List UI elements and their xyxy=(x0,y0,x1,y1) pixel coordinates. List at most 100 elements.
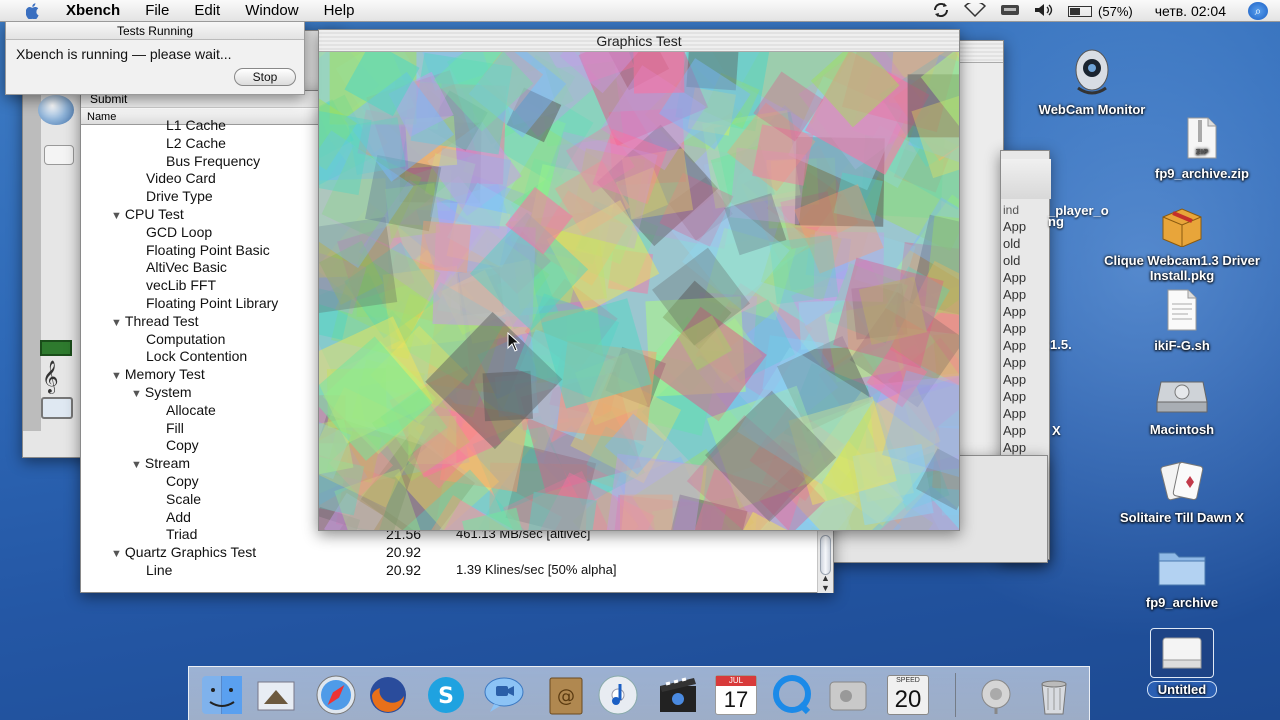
scroll-thumb[interactable] xyxy=(820,535,831,575)
desktop-icon-fp9-archive-zip[interactable]: ZIP fp9_archive.zip xyxy=(1122,116,1280,181)
tree-row-label: Floating Point Basic xyxy=(146,241,270,258)
dock-system-prefs-icon[interactable] xyxy=(825,673,871,717)
dock-separator xyxy=(955,673,956,717)
ical-day: 17 xyxy=(723,687,749,712)
tree-row-label: Scale xyxy=(166,490,202,507)
scroll-down-icon[interactable]: ▼ xyxy=(821,583,830,593)
dock-firefox-icon[interactable] xyxy=(365,673,411,717)
tree-row-label: System xyxy=(144,384,192,400)
tests-running-panel: Tests Running Xbench is running — please… xyxy=(5,21,305,95)
disclosure-triangle-icon[interactable]: ▼ xyxy=(131,459,142,471)
graphics-test-render xyxy=(319,52,959,530)
list-item[interactable]: old xyxy=(1001,236,1051,253)
dock-trash-icon[interactable] xyxy=(1031,673,1077,717)
dock-skype-icon[interactable]: S xyxy=(423,673,469,717)
menu-window[interactable]: Window xyxy=(245,2,298,19)
list-item[interactable]: App xyxy=(1001,219,1051,236)
scroll-up-icon[interactable]: ▲ xyxy=(821,573,830,583)
list-item[interactable]: old xyxy=(1001,253,1051,270)
desktop-icon-label: Solitaire Till Dawn X xyxy=(1119,510,1244,525)
sync-icon[interactable] xyxy=(932,2,950,21)
dock: S @ JUL 17 SPEED 20 xyxy=(188,666,1090,720)
desktop-icon-label: fp9_archive.zip xyxy=(1155,166,1249,181)
disclosure-triangle-icon[interactable]: ▼ xyxy=(111,317,122,329)
apple-menu-icon[interactable] xyxy=(22,2,44,19)
graphics-test-title[interactable]: Graphics Test xyxy=(319,30,959,52)
list-item[interactable]: App xyxy=(1001,389,1051,406)
stop-button[interactable]: Stop xyxy=(234,68,296,86)
list-item[interactable]: App xyxy=(1001,321,1051,338)
desktop-icon-fp9-archive-folder[interactable]: fp9_archive xyxy=(1102,545,1262,610)
desktop-icon-label: ikiF-G.sh xyxy=(1154,338,1210,353)
tree-row-label: Add xyxy=(166,508,191,525)
list-item[interactable]: App xyxy=(1001,372,1051,389)
desktop-icon-webcam-monitor[interactable]: WebCam Monitor xyxy=(1012,48,1172,117)
tree-row[interactable]: Line 20.92 1.39 Klines/sec [50% alpha] xyxy=(81,561,811,579)
tree-row-label: L1 Cache xyxy=(166,117,226,133)
display-icon[interactable] xyxy=(41,397,73,419)
desktop-icon-solitaire[interactable]: Solitaire Till Dawn X xyxy=(1102,458,1262,525)
xbench-speed-label: SPEED xyxy=(896,677,920,684)
hard-drive-icon xyxy=(1102,372,1262,419)
disclosure-triangle-icon[interactable]: ▼ xyxy=(111,210,122,222)
tree-row-label: Bus Frequency xyxy=(166,152,261,169)
button-icon[interactable] xyxy=(44,145,74,165)
menu-bar: Xbench File Edit Window Help (57%) четв.… xyxy=(0,0,1280,22)
dock-imovie-icon[interactable] xyxy=(655,673,701,717)
list-item[interactable]: App xyxy=(1001,287,1051,304)
menu-file[interactable]: File xyxy=(145,2,169,19)
list-item[interactable]: App xyxy=(1001,338,1051,355)
globe-icon[interactable] xyxy=(38,95,74,125)
svg-text:@: @ xyxy=(557,686,575,707)
dock-mail-icon[interactable] xyxy=(253,673,299,717)
webcam-icon xyxy=(1012,48,1172,99)
desktop-icon-ikif-g-sh[interactable]: ikiF-G.sh xyxy=(1102,288,1262,353)
desktop-icon-label: WebCam Monitor xyxy=(1038,102,1146,117)
tree-row-score: 20.92 xyxy=(386,544,422,561)
menu-edit[interactable]: Edit xyxy=(194,2,220,19)
disk-icon xyxy=(1150,628,1214,678)
tree-row-label: Allocate xyxy=(166,401,216,418)
list-item[interactable]: App xyxy=(1001,304,1051,321)
tree-row-result: 1.39 Klines/sec [50% alpha] xyxy=(456,562,617,577)
dock-ical-icon[interactable]: JUL 17 xyxy=(713,673,759,717)
dock-network-icon[interactable] xyxy=(973,673,1019,717)
tree-row-label: Fill xyxy=(166,419,184,436)
list-item[interactable]: App xyxy=(1001,406,1051,423)
chip-icon[interactable] xyxy=(40,340,72,356)
dock-quicktime-icon[interactable] xyxy=(769,673,815,717)
tree-row-label: AltiVec Basic xyxy=(146,259,227,276)
tree-row[interactable]: ▼ Quartz Graphics Test 20.92 xyxy=(81,543,811,561)
list-item[interactable]: App xyxy=(1001,355,1051,372)
disclosure-triangle-icon[interactable]: ▼ xyxy=(111,370,122,382)
battery-icon[interactable] xyxy=(1068,5,1093,17)
desktop-icon-untitled[interactable]: Untitled xyxy=(1102,628,1262,698)
volume-icon[interactable] xyxy=(1034,3,1054,20)
spotlight-search-icon[interactable]: ⌕ xyxy=(1248,2,1268,20)
clock[interactable]: четв. 02:04 xyxy=(1155,3,1226,19)
tree-row-label: Triad xyxy=(166,526,198,543)
tree-row-label: CPU Test xyxy=(124,206,184,222)
menu-help[interactable]: Help xyxy=(324,2,355,19)
keyboard-icon[interactable] xyxy=(1000,4,1020,19)
dock-finder-icon[interactable] xyxy=(199,673,245,717)
dock-ichat-icon[interactable] xyxy=(481,673,527,717)
disclosure-triangle-icon[interactable]: ▼ xyxy=(131,388,142,400)
list-item[interactable]: App xyxy=(1001,270,1051,287)
wifi-icon[interactable] xyxy=(963,0,987,20)
graphics-test-window: Graphics Test xyxy=(318,29,960,531)
script-file-icon xyxy=(1102,288,1262,335)
desktop-icon-macintosh[interactable]: Macintosh xyxy=(1102,372,1262,437)
tree-row-label: Copy xyxy=(166,437,199,454)
dock-itunes-icon[interactable] xyxy=(595,673,641,717)
list-item[interactable]: App xyxy=(1001,423,1051,440)
menu-app-xbench[interactable]: Xbench xyxy=(66,2,120,19)
disclosure-triangle-icon[interactable]: ▼ xyxy=(111,548,122,560)
desktop-icon-clique-webcam-pkg[interactable]: Clique Webcam1.3 Driver Install.pkg xyxy=(1102,203,1262,283)
dock-xbench-icon[interactable]: SPEED 20 xyxy=(885,673,931,717)
desktop-icon-label: Untitled xyxy=(1146,681,1218,698)
dock-safari-icon[interactable] xyxy=(313,673,359,717)
dock-address-book-icon[interactable]: @ xyxy=(543,673,589,717)
tree-row-label: Quartz Graphics Test xyxy=(124,544,257,561)
music-icon[interactable]: 𝄞 xyxy=(42,361,59,394)
